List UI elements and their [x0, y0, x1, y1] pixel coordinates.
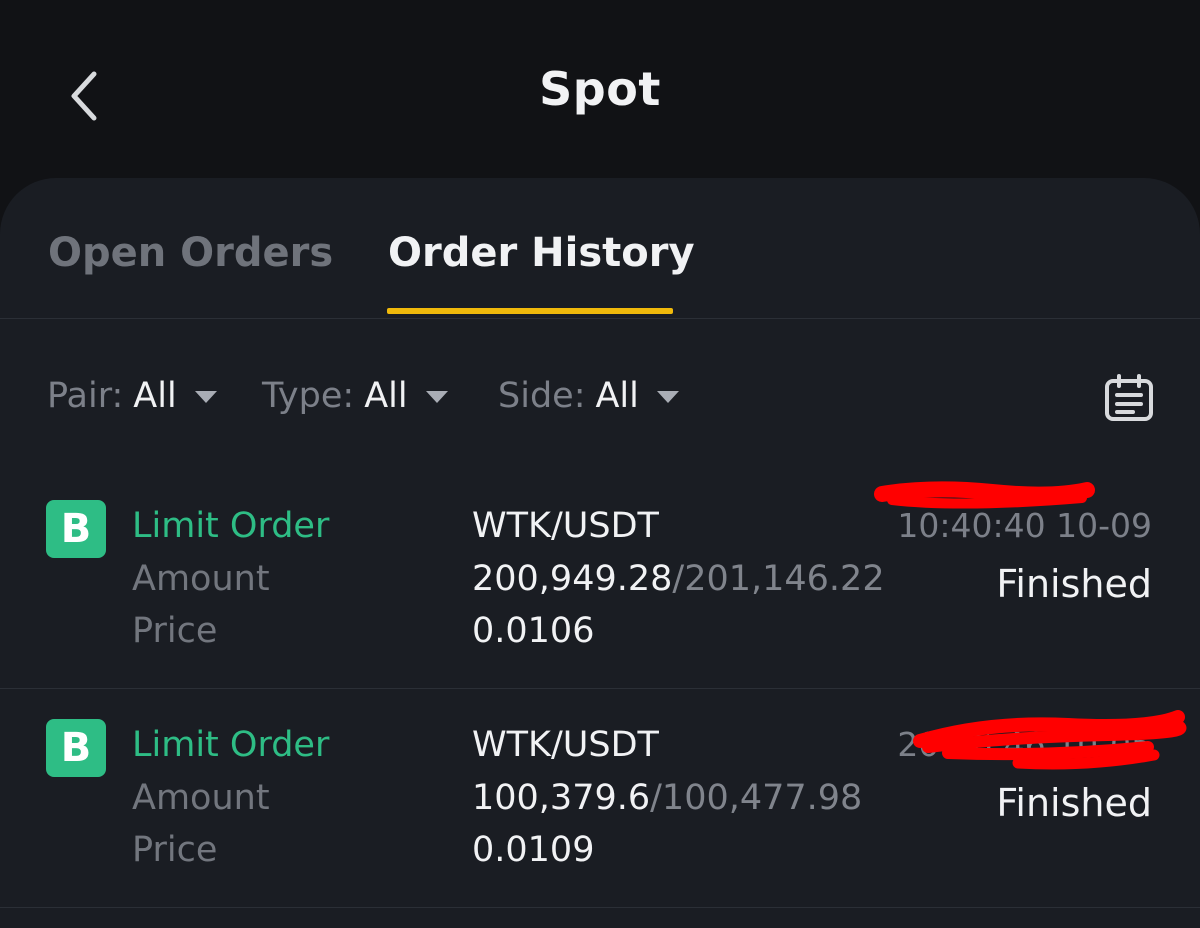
- filter-bar: Pair: All Type: All Side: All: [0, 358, 1200, 438]
- order-time: 10:40:40 10-09: [897, 506, 1152, 545]
- buy-side-badge: B: [46, 719, 106, 777]
- order-type: Limit Order: [132, 506, 330, 546]
- price-value: 0.0109: [472, 830, 595, 870]
- tab-order-history[interactable]: Order History: [388, 230, 695, 276]
- order-row[interactable]: B Limit Order Amount Price WTK/USDT 200,…: [0, 470, 1200, 689]
- amount-label: Amount: [132, 559, 270, 599]
- order-time: 20:46:46 10-05: [897, 725, 1152, 764]
- order-type: Limit Order: [132, 725, 330, 765]
- calendar-button[interactable]: [1104, 374, 1154, 422]
- order-status: Finished: [996, 562, 1152, 606]
- price-label: Price: [132, 830, 218, 870]
- active-tab-indicator: [387, 308, 673, 314]
- pair-filter-value: All: [133, 376, 177, 416]
- top-bar: Spot: [0, 0, 1200, 180]
- page-title: Spot: [539, 62, 661, 116]
- side-filter-label: Side:: [498, 376, 586, 416]
- trading-pair: WTK/USDT: [472, 506, 659, 546]
- amount-value: 200,949.28/201,146.22: [472, 559, 885, 599]
- order-row[interactable]: B Limit Order Amount Price WTK/USDT 100,…: [0, 689, 1200, 908]
- tab-bar: Open Orders Order History: [0, 178, 1200, 319]
- buy-side-badge: B: [46, 500, 106, 558]
- price-label: Price: [132, 611, 218, 651]
- spot-orders-screen: Spot Open Orders Order History Pair: All…: [0, 0, 1200, 928]
- type-filter-label: Type:: [262, 376, 355, 416]
- amount-filled: 200,949.28: [472, 559, 673, 599]
- caret-down-icon: [656, 391, 679, 403]
- amount-label: Amount: [132, 778, 270, 818]
- pair-filter-label: Pair:: [47, 376, 124, 416]
- trading-pair: WTK/USDT: [472, 725, 659, 765]
- amount-total: /100,477.98: [650, 778, 863, 818]
- type-filter-dropdown[interactable]: Type: All: [262, 376, 448, 416]
- amount-filled: 100,379.6: [472, 778, 651, 818]
- pair-filter-dropdown[interactable]: Pair: All: [47, 376, 217, 416]
- price-value: 0.0106: [472, 611, 595, 651]
- side-filter-dropdown[interactable]: Side: All: [498, 376, 679, 416]
- side-filter-value: All: [595, 376, 639, 416]
- caret-down-icon: [425, 391, 448, 403]
- orders-panel: Open Orders Order History Pair: All Type…: [0, 178, 1200, 928]
- caret-down-icon: [194, 391, 217, 403]
- tab-open-orders[interactable]: Open Orders: [48, 230, 333, 276]
- order-status: Finished: [996, 781, 1152, 825]
- calendar-icon: [1105, 374, 1153, 421]
- type-filter-value: All: [364, 376, 408, 416]
- amount-value: 100,379.6/100,477.98: [472, 778, 862, 818]
- amount-total: /201,146.22: [672, 559, 885, 599]
